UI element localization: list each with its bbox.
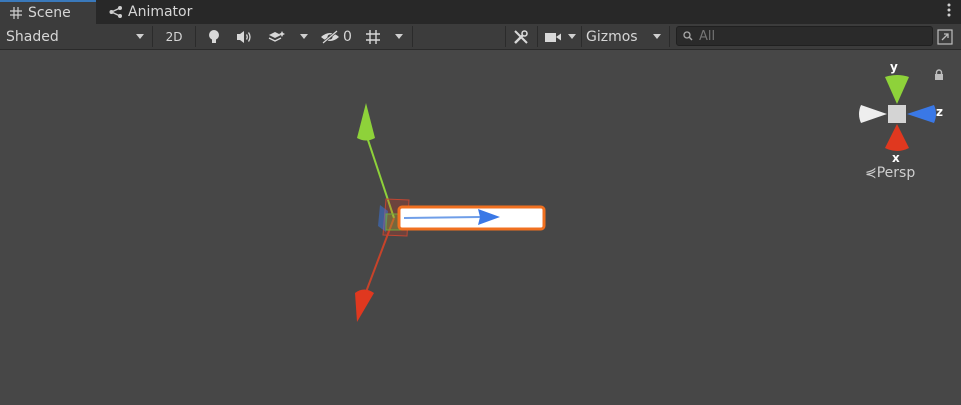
- divider: [505, 26, 506, 47]
- projection-toggle[interactable]: ⋞Persp: [865, 165, 915, 181]
- eye-hidden-icon: [321, 29, 339, 44]
- gizmos-label: Gizmos: [586, 28, 638, 45]
- gizmos-dropdown[interactable]: [646, 24, 668, 49]
- shading-mode-label: Shaded: [6, 28, 59, 45]
- projection-label: Persp: [876, 165, 916, 181]
- orientation-y-cone-icon[interactable]: [885, 75, 909, 104]
- animator-node-icon: [108, 4, 124, 20]
- orientation-x-cone-icon[interactable]: [885, 124, 909, 151]
- lock-icon[interactable]: [934, 66, 944, 85]
- orientation-z-label: z: [936, 105, 943, 119]
- chevron-down-icon: [395, 34, 403, 39]
- tab-animator[interactable]: Animator: [108, 0, 192, 24]
- divider: [669, 26, 670, 47]
- 2d-mode-label: 2D: [165, 29, 183, 44]
- speaker-icon: [237, 30, 251, 43]
- orientation-center-cube[interactable]: [888, 105, 906, 123]
- scene-visibility-button[interactable]: 0: [318, 24, 356, 49]
- orientation-x-label: x: [892, 151, 900, 165]
- perspective-icon: ⋞: [865, 165, 877, 181]
- tools-icon: [514, 29, 528, 44]
- z-axis-handle[interactable]: [403, 216, 481, 219]
- grid-dropdown[interactable]: [388, 24, 410, 49]
- chevron-down-icon: [653, 34, 661, 39]
- more-options-icon[interactable]: [947, 3, 951, 21]
- tab-scene[interactable]: Scene: [0, 0, 96, 24]
- divider: [581, 26, 582, 47]
- scene-window: Scene Animator Shaded 2D 0 Gizmos All y …: [0, 0, 961, 405]
- chevron-down-icon: [300, 34, 308, 39]
- chevron-down-icon: [568, 34, 576, 39]
- divider: [152, 26, 153, 47]
- effects-dropdown[interactable]: [293, 24, 315, 49]
- search-input[interactable]: [699, 28, 909, 44]
- 2d-mode-button[interactable]: 2D: [158, 24, 190, 49]
- divider: [412, 26, 413, 47]
- search-icon: [683, 31, 693, 41]
- divider: [195, 26, 196, 47]
- tab-bar: Scene Animator: [0, 0, 961, 24]
- hidden-count: 0: [343, 28, 352, 45]
- lighting-toggle-button[interactable]: [200, 24, 228, 49]
- shading-mode-dropdown[interactable]: Shaded: [0, 24, 150, 49]
- grid-icon: [8, 5, 24, 21]
- layers-stars-icon: [268, 30, 285, 42]
- grid-snapping-button[interactable]: [360, 24, 386, 49]
- audio-toggle-button[interactable]: [231, 24, 259, 49]
- grid-snap-icon: [366, 29, 380, 44]
- tab-scene-label: Scene: [28, 5, 71, 21]
- orientation-y-label: y: [890, 60, 898, 74]
- maximize-button[interactable]: [934, 24, 956, 49]
- x-axis-arrow-icon[interactable]: [355, 289, 374, 323]
- scene-viewport[interactable]: y z x: [0, 51, 961, 405]
- y-axis-arrow-icon[interactable]: [357, 103, 375, 141]
- camera-icon: [545, 32, 561, 42]
- camera-settings-dropdown[interactable]: [540, 24, 580, 49]
- lightbulb-icon: [209, 29, 219, 43]
- tools-button[interactable]: [507, 24, 535, 49]
- gizmos-button[interactable]: Gizmos: [583, 24, 645, 49]
- scene-toolbar: Shaded 2D 0 Gizmos All: [0, 24, 961, 50]
- tab-animator-label: Animator: [128, 4, 193, 20]
- orientation-z-cone-icon[interactable]: [907, 105, 936, 123]
- effects-button[interactable]: [262, 24, 292, 49]
- divider: [537, 26, 538, 47]
- orientation-gizmo[interactable]: y z x: [859, 60, 943, 165]
- search-field[interactable]: [676, 26, 933, 46]
- chevron-down-icon: [136, 34, 144, 39]
- orientation-negative-z-cone-icon[interactable]: [859, 105, 887, 123]
- maximize-icon: [937, 28, 953, 45]
